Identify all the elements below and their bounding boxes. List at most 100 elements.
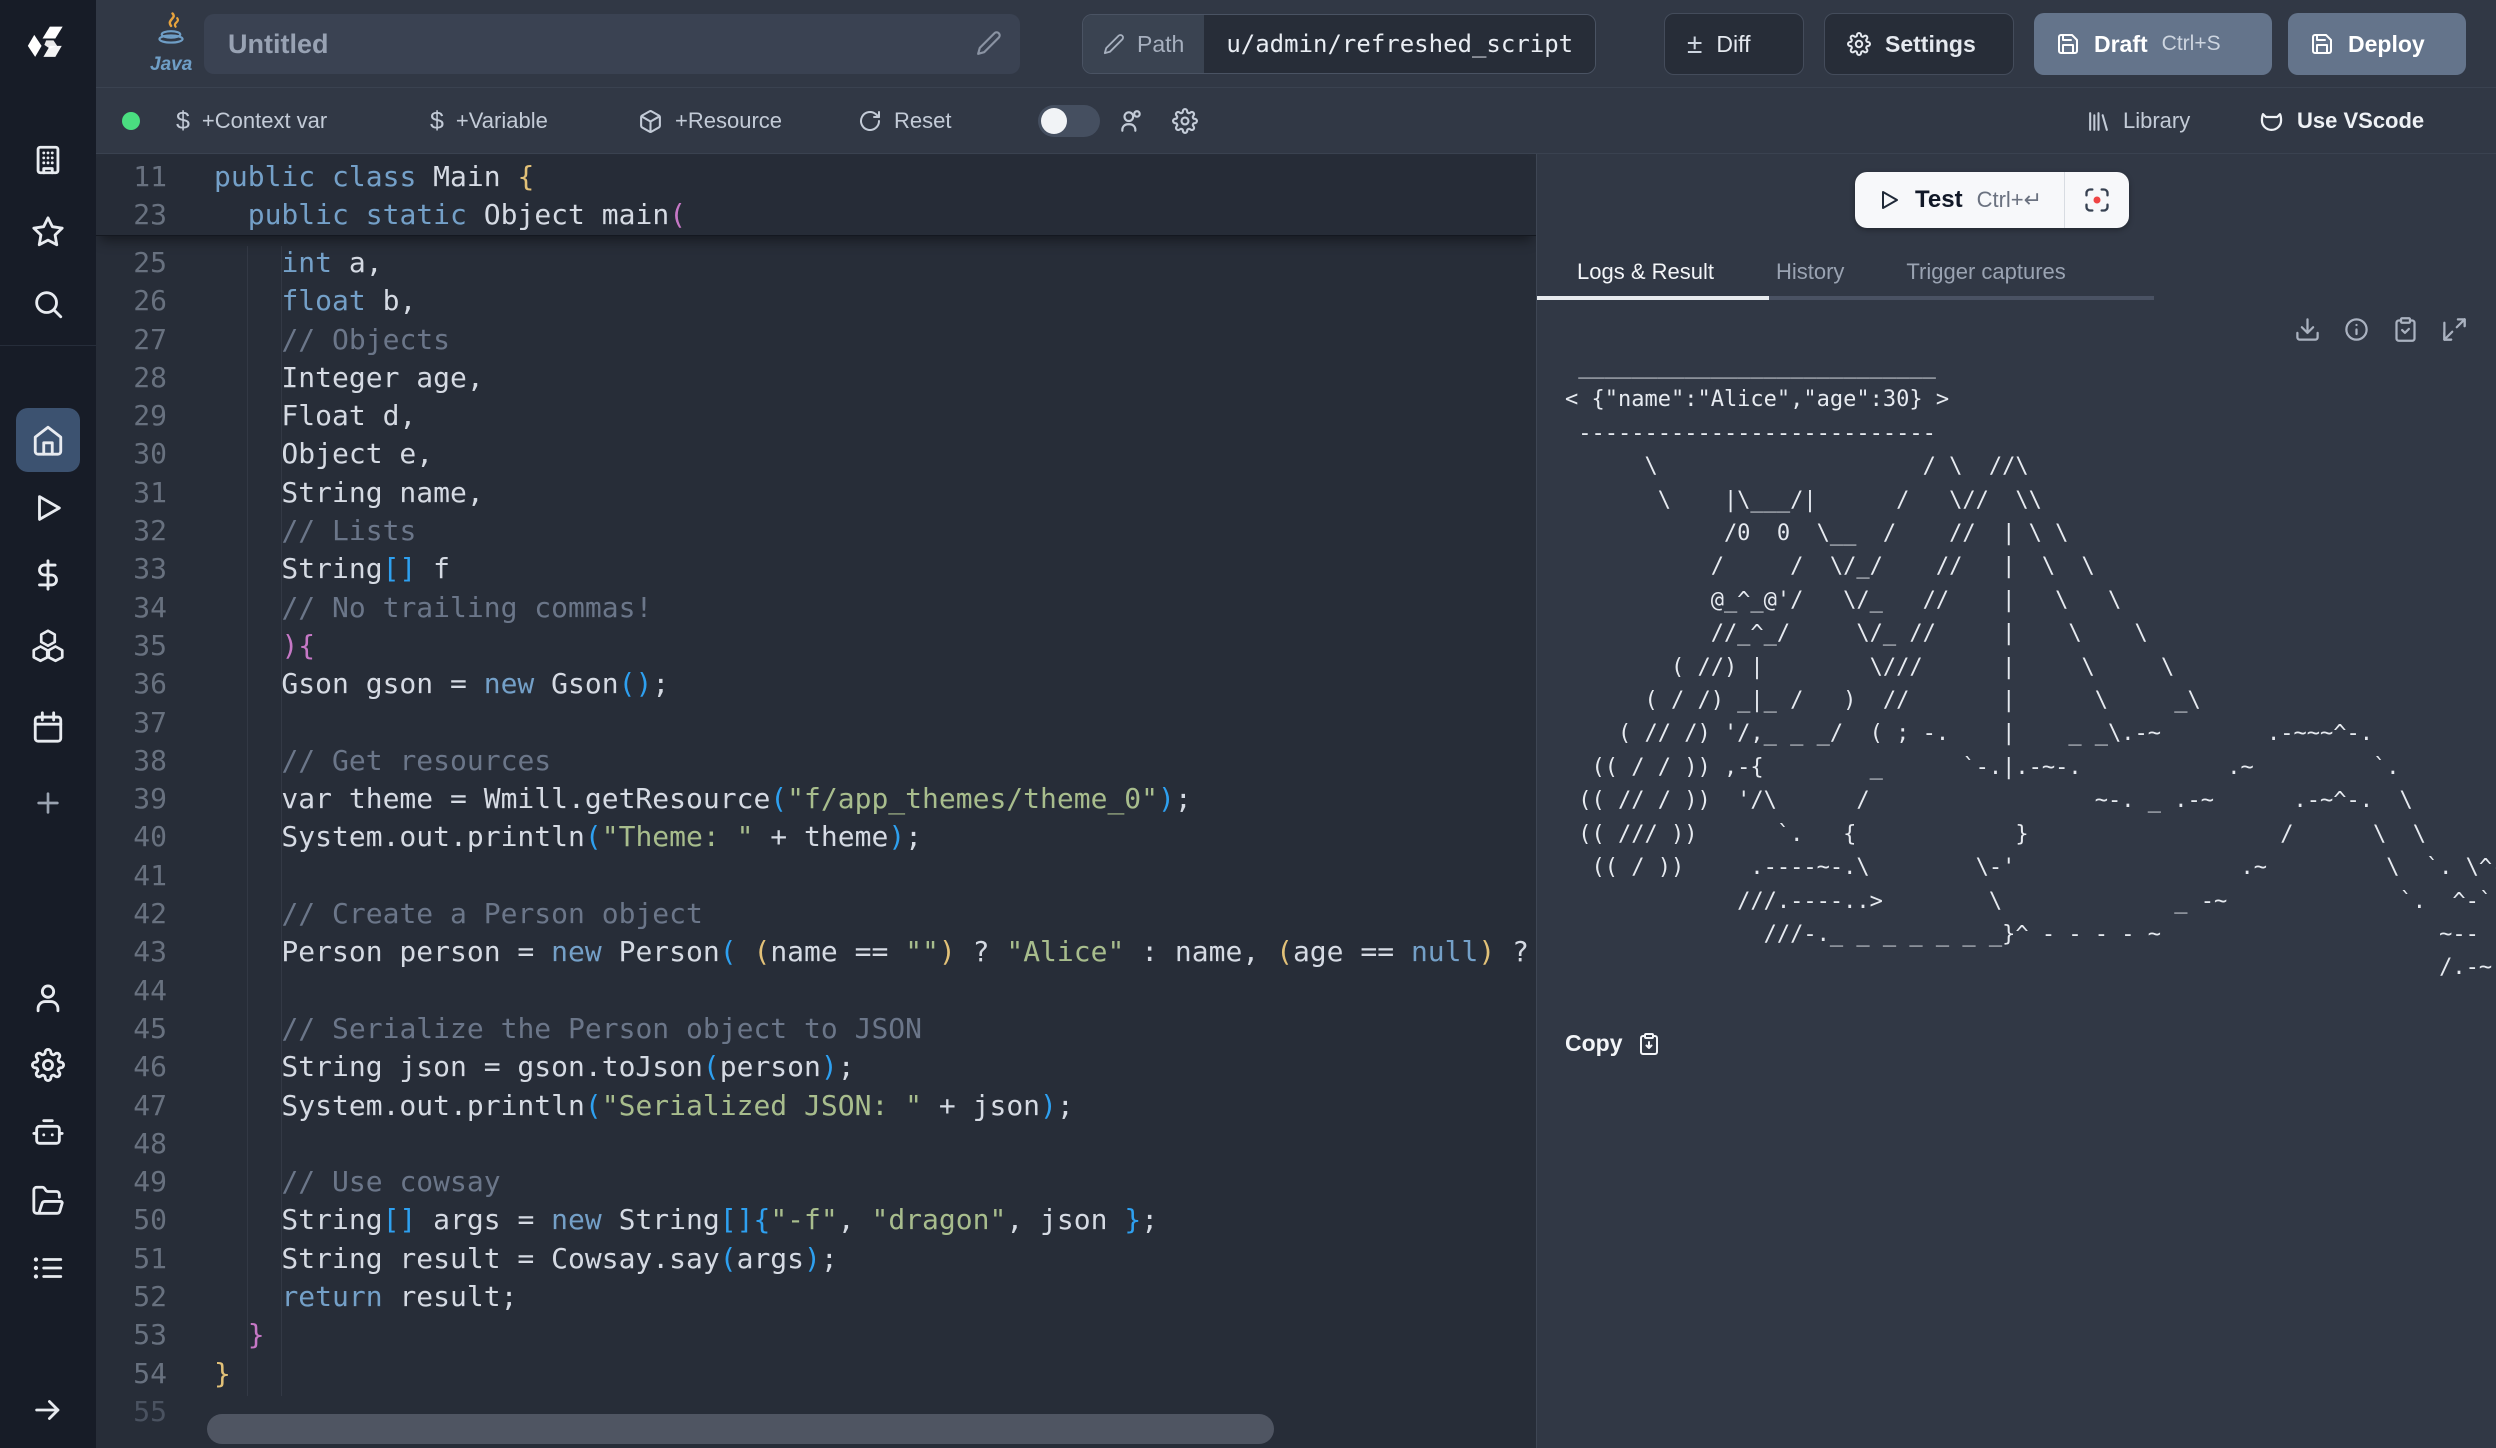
- code-line[interactable]: 52 return result;: [96, 1278, 1536, 1316]
- horizontal-scrollbar[interactable]: [207, 1414, 1274, 1444]
- code-line[interactable]: 44: [96, 972, 1536, 1010]
- editor-settings-gear-icon[interactable]: [1172, 88, 1198, 154]
- line-number: 34: [96, 589, 167, 627]
- windmill-logo[interactable]: [26, 22, 70, 66]
- code-line[interactable]: 51 String result = Cowsay.say(args);: [96, 1240, 1536, 1278]
- line-number: 28: [96, 359, 167, 397]
- code-line[interactable]: 27 // Objects: [96, 321, 1536, 359]
- result-output[interactable]: ___________________________ < {"name":"A…: [1565, 350, 2496, 1010]
- plus-minus-icon: ±: [1687, 28, 1702, 60]
- search-icon[interactable]: [31, 287, 65, 321]
- draft-button[interactable]: Draft Ctrl+S: [2034, 13, 2272, 75]
- line-number: 40: [96, 818, 167, 856]
- variables-dollar-icon[interactable]: [31, 558, 65, 592]
- add-resource-button[interactable]: +Resource: [638, 88, 782, 154]
- code-line[interactable]: 23 public static Object main(: [96, 196, 1536, 234]
- code-line[interactable]: 31 String name,: [96, 474, 1536, 512]
- clipboard-paste-icon[interactable]: [2392, 316, 2419, 343]
- tab-history[interactable]: History: [1776, 259, 1844, 285]
- settings-gear-icon[interactable]: [31, 1048, 65, 1082]
- code-editor[interactable]: 11public class Main {23 public static Ob…: [96, 154, 1536, 1448]
- sticky-scope-header[interactable]: 11public class Main {23 public static Ob…: [96, 158, 1536, 236]
- code-line[interactable]: 33 String[] f: [96, 550, 1536, 588]
- code-line[interactable]: 47 System.out.println("Serialized JSON: …: [96, 1087, 1536, 1125]
- code-line[interactable]: 48: [96, 1125, 1536, 1163]
- list-menu-icon[interactable]: [31, 1251, 65, 1285]
- code-lines[interactable]: 25 int a,26 float b,27 // Objects28 Inte…: [96, 244, 1536, 1431]
- code-line[interactable]: 49 // Use cowsay: [96, 1163, 1536, 1201]
- line-number: 47: [96, 1087, 167, 1125]
- line-number: 49: [96, 1163, 167, 1201]
- code-line[interactable]: 30 Object e,: [96, 435, 1536, 473]
- user-icon[interactable]: [31, 981, 65, 1015]
- capture-test-button[interactable]: [2065, 186, 2129, 214]
- code-line[interactable]: 39 var theme = Wmill.getResource("f/app_…: [96, 780, 1536, 818]
- line-number: 35: [96, 627, 167, 665]
- tab-trigger-captures[interactable]: Trigger captures: [1906, 259, 2065, 285]
- code-line[interactable]: 41: [96, 857, 1536, 895]
- settings-button[interactable]: Settings: [1824, 13, 2014, 75]
- code-line[interactable]: 29 Float d,: [96, 397, 1536, 435]
- use-vscode-button[interactable]: Use VScode: [2258, 88, 2424, 154]
- code-line[interactable]: 26 float b,: [96, 282, 1536, 320]
- line-number: 11: [96, 158, 167, 196]
- deploy-button[interactable]: Deploy: [2288, 13, 2466, 75]
- folders-open-icon[interactable]: [31, 1183, 65, 1217]
- line-number: 41: [96, 857, 167, 895]
- code-line[interactable]: 34 // No trailing commas!: [96, 589, 1536, 627]
- path-value: u/admin/refreshed_script: [1204, 15, 1595, 73]
- code-line[interactable]: 35 ){: [96, 627, 1536, 665]
- code-line[interactable]: 36 Gson gson = new Gson();: [96, 665, 1536, 703]
- resources-boxes-icon[interactable]: [30, 627, 66, 663]
- code-line[interactable]: 54}: [96, 1355, 1536, 1393]
- code-line[interactable]: 50 String[] args = new String[]{"-f", "d…: [96, 1201, 1536, 1239]
- code-text: public static Object main(: [214, 196, 686, 234]
- code-text: Gson gson = new Gson();: [214, 665, 669, 703]
- code-text: System.out.println("Serialized JSON: " +…: [214, 1087, 1074, 1125]
- library-button[interactable]: Library: [2086, 88, 2190, 154]
- code-line[interactable]: 25 int a,: [96, 244, 1536, 282]
- tab-logs-result[interactable]: Logs & Result: [1577, 259, 1714, 285]
- home-icon[interactable]: [31, 423, 65, 457]
- workspace-building-icon[interactable]: [31, 143, 65, 177]
- code-text: }: [214, 1316, 265, 1354]
- path-widget[interactable]: Path u/admin/refreshed_script: [1082, 14, 1596, 74]
- script-title-input[interactable]: Untitled: [204, 14, 1020, 74]
- workers-bot-icon[interactable]: [31, 1115, 65, 1149]
- code-line[interactable]: 28 Integer age,: [96, 359, 1536, 397]
- code-line[interactable]: 43 Person person = new Person( (name == …: [96, 933, 1536, 971]
- add-variable-button[interactable]: $ +Variable: [430, 88, 548, 154]
- code-line[interactable]: 37: [96, 704, 1536, 742]
- assistant-user-icon[interactable]: [1118, 88, 1144, 154]
- schedules-calendar-icon[interactable]: [31, 710, 65, 744]
- diff-mode-toggle[interactable]: [1038, 105, 1100, 137]
- code-line[interactable]: 45 // Serialize the Person object to JSO…: [96, 1010, 1536, 1048]
- code-text: String result = Cowsay.say(args);: [214, 1240, 838, 1278]
- code-line[interactable]: 53 }: [96, 1316, 1536, 1354]
- code-line[interactable]: 32 // Lists: [96, 512, 1536, 550]
- download-icon[interactable]: [2294, 316, 2321, 343]
- editor-toolbar: $ +Context var $ +Variable +Resource Res…: [96, 88, 2496, 154]
- path-label-section[interactable]: Path: [1083, 15, 1204, 73]
- settings-label: Settings: [1885, 31, 1976, 58]
- diff-button[interactable]: ± Diff: [1664, 13, 1804, 75]
- code-line[interactable]: 42 // Create a Person object: [96, 895, 1536, 933]
- code-line[interactable]: 46 String json = gson.toJson(person);: [96, 1048, 1536, 1086]
- info-icon[interactable]: [2343, 316, 2370, 343]
- refresh-icon: [858, 109, 882, 133]
- runs-play-icon[interactable]: [31, 491, 65, 525]
- edit-title-pencil-icon[interactable]: [976, 30, 1002, 56]
- expand-fullscreen-icon[interactable]: [2441, 316, 2468, 343]
- code-line[interactable]: 40 System.out.println("Theme: " + theme)…: [96, 818, 1536, 856]
- code-text: ){: [214, 627, 315, 665]
- dollar-icon: $: [430, 107, 444, 136]
- test-button[interactable]: Test Ctrl+↵: [1855, 186, 2064, 214]
- copy-result-button[interactable]: Copy: [1565, 1030, 1661, 1057]
- add-context-var-button[interactable]: $ +Context var: [176, 88, 327, 154]
- code-line[interactable]: 38 // Get resources: [96, 742, 1536, 780]
- favorites-star-icon[interactable]: [31, 215, 65, 249]
- reset-button[interactable]: Reset: [858, 88, 951, 154]
- code-line[interactable]: 11public class Main {: [96, 158, 1536, 196]
- expand-sidebar-arrow-icon[interactable]: [31, 1393, 65, 1427]
- add-plus-icon[interactable]: [32, 787, 64, 819]
